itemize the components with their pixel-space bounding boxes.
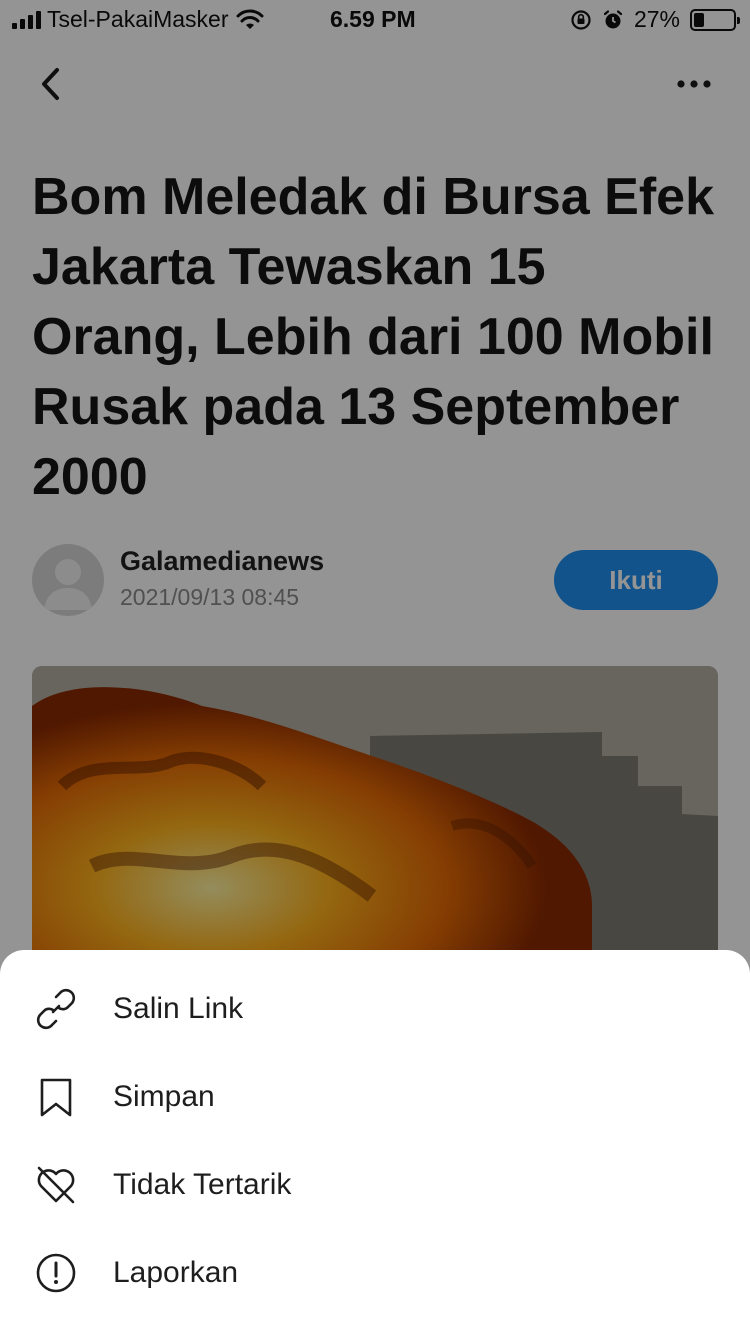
copy-link-label: Salin Link [113, 992, 244, 1025]
link-icon [36, 988, 76, 1030]
save-option[interactable]: Simpan [0, 1053, 750, 1141]
not-interested-label: Tidak Tertarik [113, 1168, 292, 1201]
heart-off-icon [37, 1166, 75, 1204]
copy-link-option[interactable]: Salin Link [0, 965, 750, 1053]
report-label: Laporkan [113, 1256, 239, 1289]
action-sheet: Salin Link Simpan Tidak Tertarik Laporka… [0, 950, 750, 1334]
not-interested-option[interactable]: Tidak Tertarik [0, 1141, 750, 1229]
save-label: Simpan [113, 1080, 215, 1113]
bookmark-icon [40, 1078, 72, 1117]
alert-circle-icon [36, 1253, 76, 1293]
report-option[interactable]: Laporkan [0, 1229, 750, 1317]
